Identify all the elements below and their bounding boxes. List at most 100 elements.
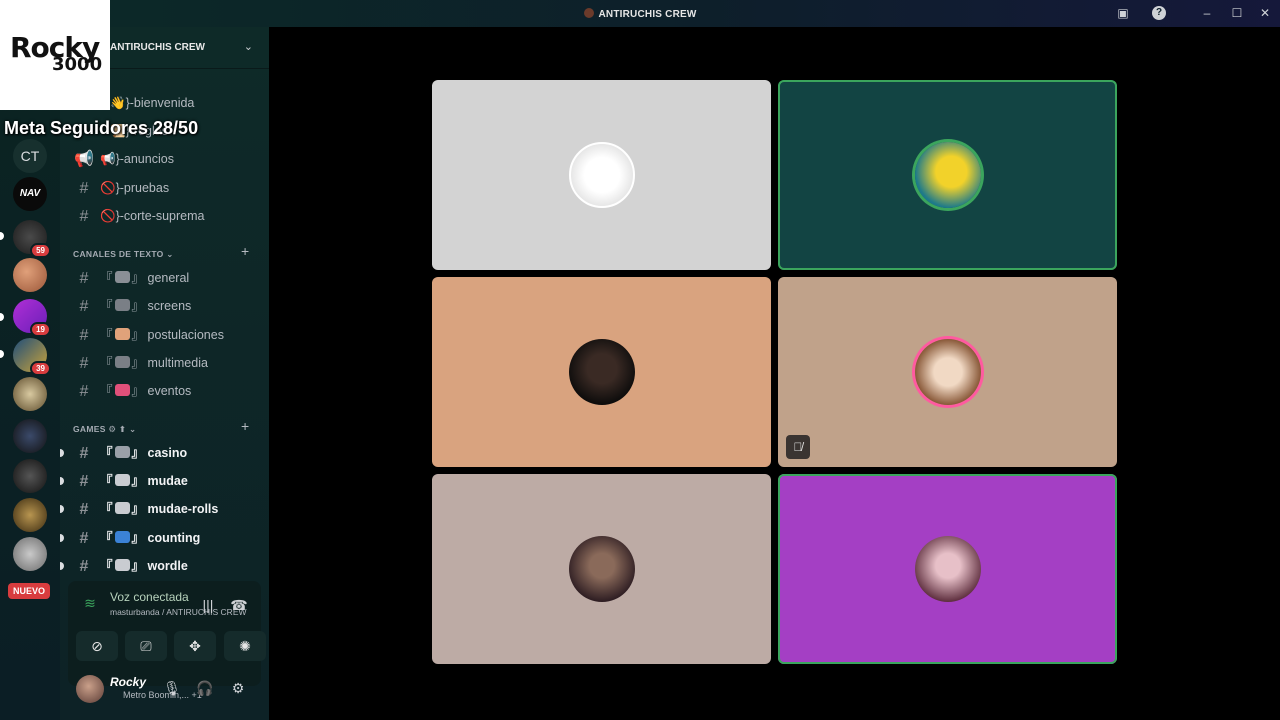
- channel-screens[interactable]: # 『』 screens: [74, 294, 254, 318]
- maximize-button[interactable]: ☐: [1229, 5, 1245, 21]
- chevron-down-icon[interactable]: ⌄: [244, 40, 253, 53]
- channel-pruebas[interactable]: # 🚫}-pruebas: [74, 176, 254, 200]
- server-avatar-6[interactable]: 39: [13, 338, 51, 376]
- hash-icon: #: [79, 208, 89, 225]
- signal-icon[interactable]: ≋: [81, 595, 99, 611]
- server-avatar-5[interactable]: 19: [13, 299, 51, 337]
- inbox-icon[interactable]: ▣: [1116, 6, 1130, 20]
- numbers-icon: [114, 531, 130, 543]
- server-avatar-10[interactable]: [13, 498, 47, 532]
- camera-icon: [114, 356, 130, 368]
- flex-icon: [114, 328, 130, 340]
- channel-bienvenida[interactable]: 👋}-bienvenida: [110, 91, 290, 115]
- soundboard-icon[interactable]: |||: [199, 597, 217, 613]
- participant-tile-4[interactable]: 🎙̸: [778, 277, 1117, 467]
- channel-mudae-rolls[interactable]: # 『』 mudae-rolls: [74, 497, 254, 521]
- server-avatar-9[interactable]: [13, 459, 47, 493]
- participant-tile-6[interactable]: [778, 474, 1117, 664]
- hash-icon: #: [79, 383, 89, 400]
- disconnect-icon[interactable]: ☎: [230, 597, 248, 613]
- unread-pill: [60, 534, 64, 542]
- channel-general[interactable]: # 『』 general: [74, 266, 254, 290]
- avatar: [568, 536, 635, 602]
- minimize-button[interactable]: –: [1199, 5, 1215, 21]
- add-channel-icon[interactable]: +: [241, 243, 249, 259]
- server-avatar-7[interactable]: [13, 377, 47, 411]
- unread-pill: [60, 505, 64, 513]
- new-badge[interactable]: NUEVO: [8, 583, 51, 599]
- unread-pill: [0, 350, 4, 358]
- activities-button[interactable]: ✥: [174, 631, 216, 661]
- camera-icon: [114, 299, 130, 311]
- participant-tile-3[interactable]: [432, 277, 771, 467]
- avatar: [568, 142, 635, 208]
- voice-status: Voz conectada: [110, 590, 189, 604]
- close-button[interactable]: ✕: [1257, 5, 1273, 21]
- channel-postulaciones[interactable]: # 『』 postulaciones: [74, 323, 254, 347]
- avatar: [914, 142, 981, 208]
- participant-tile-5[interactable]: [432, 474, 771, 664]
- gear-icon[interactable]: ⚙: [229, 680, 247, 697]
- channel-corte-suprema[interactable]: # 🚫}-corte-suprema: [74, 204, 254, 228]
- category-games[interactable]: GAMES ⚙ ⬆ ⌄: [73, 424, 136, 435]
- avatar[interactable]: [76, 675, 104, 703]
- hash-icon: #: [79, 355, 89, 372]
- avatar: [914, 536, 981, 602]
- channel-mudae[interactable]: # 『』 mudae: [74, 469, 254, 493]
- unread-pill: [0, 232, 4, 240]
- unread-pill: [60, 562, 64, 570]
- megaphone-icon: 📢: [74, 151, 94, 168]
- stream-logo: Rocky 3000: [0, 0, 110, 110]
- server-nav[interactable]: NAV: [13, 177, 47, 211]
- speech-icon: [114, 271, 130, 283]
- screen-share-button[interactable]: ⎚: [125, 631, 167, 661]
- hash-icon: #: [79, 445, 89, 462]
- hash-icon: #: [79, 270, 89, 287]
- voice-location[interactable]: masturbanda / ANTIRUCHIS CREW: [110, 607, 247, 617]
- title-bar: ANTIRUCHIS CREW ▣ ? – ☐ ✕: [0, 0, 1280, 27]
- mention-badge: 19: [30, 322, 51, 337]
- server-avatar-8[interactable]: [13, 419, 47, 453]
- participant-tile-2[interactable]: [778, 80, 1117, 270]
- channel-counting[interactable]: # 『』 counting: [74, 526, 254, 550]
- camera-off-button[interactable]: ⊘: [76, 631, 118, 661]
- mention-badge: 39: [30, 361, 51, 376]
- microphone-icon[interactable]: 🎙: [163, 680, 181, 697]
- avatar: [568, 339, 635, 405]
- server-avatar-3[interactable]: 59: [13, 220, 51, 258]
- window-title: ANTIRUCHIS CREW: [0, 8, 1280, 20]
- mention-badge: 59: [30, 243, 51, 258]
- hash-icon: #: [79, 327, 89, 344]
- user-panel: Rocky Metro Boomin,... +1 🎙 🎧 ⚙: [68, 672, 261, 714]
- unread-pill: [0, 313, 4, 321]
- hash-icon: #: [79, 180, 89, 197]
- server-avatar-11[interactable]: [13, 537, 47, 571]
- server-ct[interactable]: CT: [13, 139, 47, 173]
- channel-casino[interactable]: # 『』 casino: [74, 441, 254, 465]
- hash-icon: #: [79, 473, 89, 490]
- mute-icon: 🎙̸: [786, 435, 810, 459]
- hash-icon: #: [79, 530, 89, 547]
- megaphone-icon: [114, 384, 130, 396]
- unread-pill: [60, 477, 64, 485]
- channel-multimedia[interactable]: # 『』 multimedia: [74, 351, 254, 375]
- username: Rocky: [110, 675, 147, 689]
- add-channel-icon[interactable]: +: [241, 418, 249, 434]
- participant-tile-1[interactable]: [432, 80, 771, 270]
- voice-connection-panel: ≋ Voz conectada masturbanda / ANTIRUCHIS…: [68, 581, 266, 686]
- channel-wordle[interactable]: # 『』 wordle: [74, 554, 254, 578]
- server-name: ANTIRUCHIS CREW: [110, 42, 205, 53]
- soundboard-button[interactable]: ✺: [224, 631, 266, 661]
- hash-icon: #: [79, 298, 89, 315]
- help-icon[interactable]: ?: [1152, 6, 1166, 20]
- slot-icon: [114, 446, 130, 458]
- dice-icon: [114, 502, 130, 514]
- channel-eventos[interactable]: # 『』 eventos: [74, 379, 254, 403]
- dice-icon: [114, 474, 130, 486]
- category-text-channels[interactable]: CANALES DE TEXTO ⌄: [73, 249, 174, 260]
- server-avatar-4[interactable]: [13, 258, 47, 292]
- channel-anuncios[interactable]: 📢 📢}-anuncios: [74, 147, 254, 171]
- headphones-icon[interactable]: 🎧: [196, 680, 214, 697]
- hash-icon: #: [79, 501, 89, 518]
- follower-goal: Meta Seguidores 28/50: [4, 118, 199, 138]
